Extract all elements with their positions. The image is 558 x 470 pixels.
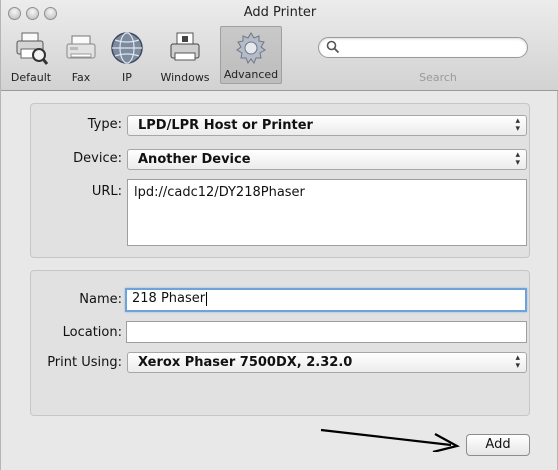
location-field[interactable] <box>126 321 527 343</box>
url-field[interactable]: lpd://cadc12/DY218Phaser <box>127 179 527 246</box>
tab-ip[interactable]: IP <box>105 28 149 88</box>
gear-icon <box>233 30 269 70</box>
pointer-arrow-icon <box>320 428 461 452</box>
tab-advanced[interactable]: Advanced <box>220 26 282 84</box>
tab-windows[interactable]: Windows <box>153 28 217 88</box>
search-input[interactable] <box>318 37 528 58</box>
search-icon <box>326 40 340 58</box>
url-label: URL: <box>91 184 122 199</box>
type-popup[interactable]: LPD/LPR Host or Printer ▴ ▾ <box>127 115 527 136</box>
add-printer-window: Add Printer Default Fax IP Windows Advan… <box>0 0 558 470</box>
chevron-updown-icon: ▴ ▾ <box>515 150 520 168</box>
printer-search-icon <box>13 30 49 70</box>
window-title: Add Printer <box>243 5 317 20</box>
tab-advanced-label: Advanced <box>223 68 279 81</box>
name-field[interactable]: 218 Phaser <box>125 288 527 312</box>
location-label: Location: <box>62 325 122 340</box>
fax-icon <box>64 30 98 70</box>
tab-windows-label: Windows <box>160 71 210 84</box>
print-using-value: Xerox Phaser 7500DX, 2.32.0 <box>138 355 353 370</box>
tab-fax[interactable]: Fax <box>61 28 101 88</box>
print-using-label: Print Using: <box>47 355 122 370</box>
text-caret <box>206 291 208 306</box>
type-label: Type: <box>87 117 122 132</box>
windows-printer-icon <box>167 30 203 70</box>
tab-default-label: Default <box>10 71 52 84</box>
tab-ip-label: IP <box>122 71 132 84</box>
name-value: 218 Phaser <box>132 291 206 306</box>
url-value: lpd://cadc12/DY218Phaser <box>134 185 305 200</box>
print-using-popup[interactable]: Xerox Phaser 7500DX, 2.32.0 ▴ ▾ <box>127 352 527 373</box>
name-label: Name: <box>79 292 122 307</box>
device-label: Device: <box>73 151 122 166</box>
chevron-updown-icon: ▴ ▾ <box>515 116 520 134</box>
device-value: Another Device <box>138 152 251 167</box>
globe-icon <box>109 30 145 70</box>
connection-group: Type: LPD/LPR Host or Printer ▴ ▾ Device:… <box>30 103 530 258</box>
details-group: Name: 218 Phaser Location: Print Using: … <box>30 270 530 416</box>
tab-fax-label: Fax <box>71 71 91 84</box>
tab-default[interactable]: Default <box>3 28 59 88</box>
chevron-updown-icon: ▴ ▾ <box>515 353 520 371</box>
add-button[interactable]: Add <box>466 434 530 456</box>
search-label: Search <box>419 71 457 84</box>
toolbar: Add Printer Default Fax IP Windows Advan… <box>1 0 558 91</box>
device-popup[interactable]: Another Device ▴ ▾ <box>127 149 527 170</box>
type-value: LPD/LPR Host or Printer <box>138 118 313 133</box>
